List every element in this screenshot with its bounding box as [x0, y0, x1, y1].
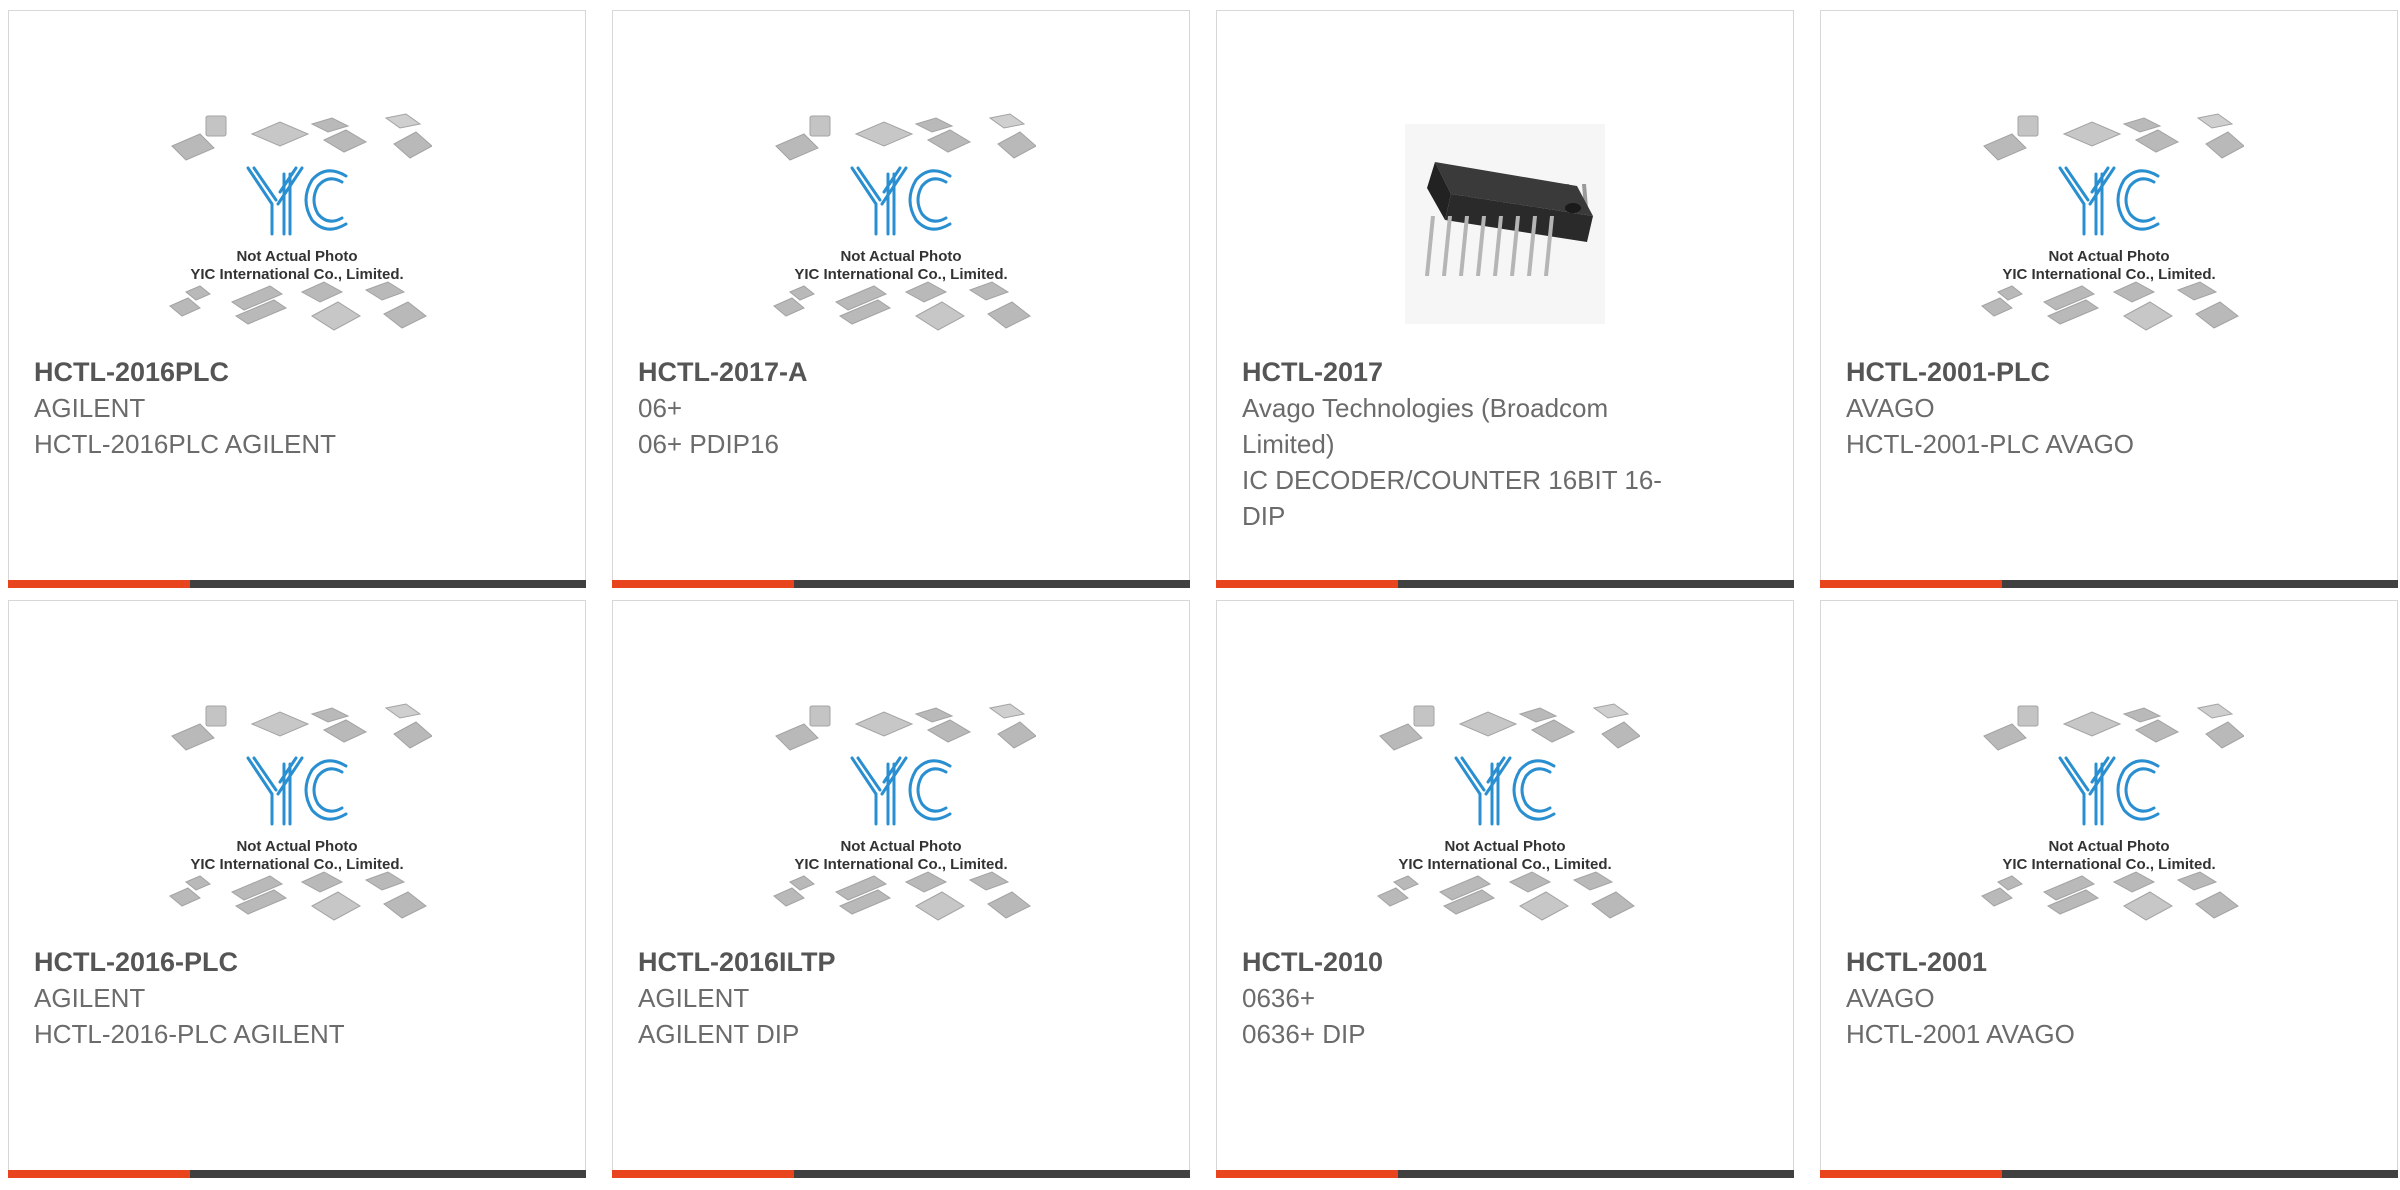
product-card[interactable]: Not Actual Photo YIC International Co., …	[8, 10, 586, 588]
svg-text:Not Actual Photo: Not Actual Photo	[840, 838, 961, 855]
description: HCTL-2001 AVAGO	[1846, 1019, 2075, 1049]
product-info: HCTL-2017-A 06+ 06+ PDIP16	[638, 354, 1058, 462]
part-number[interactable]: HCTL-2017	[1242, 354, 1662, 390]
card-bottom-bar	[1820, 580, 2398, 588]
svg-text:Not Actual Photo: Not Actual Photo	[840, 248, 961, 265]
card-accent-bar	[8, 580, 190, 588]
svg-text:Not Actual Photo: Not Actual Photo	[2048, 248, 2169, 265]
part-number[interactable]: HCTL-2001-PLC	[1846, 354, 2266, 390]
card-accent-bar	[1216, 1170, 1398, 1178]
product-info: HCTL-2017 Avago Technologies (Broadcom L…	[1242, 354, 1662, 534]
svg-text:Not Actual Photo: Not Actual Photo	[236, 838, 357, 855]
svg-text:YIC International Co., Limited: YIC International Co., Limited.	[190, 266, 403, 283]
manufacturer: AVAGO	[1846, 393, 1935, 423]
product-image[interactable]: Not Actual Photo YIC International Co., …	[1821, 96, 2397, 352]
description: 06+ PDIP16	[638, 429, 779, 459]
part-number[interactable]: HCTL-2017-A	[638, 354, 1058, 390]
product-image[interactable]: Not Actual Photo YIC International Co., …	[1821, 686, 2397, 942]
manufacturer: Avago Technologies (Broadcom Limited)	[1242, 393, 1609, 459]
product-card[interactable]: Not Actual Photo YIC International Co., …	[612, 600, 1190, 1178]
svg-text:YIC International Co., Limited: YIC International Co., Limited.	[2002, 266, 2215, 283]
product-card[interactable]: Not Actual Photo YIC International Co., …	[612, 10, 1190, 588]
card-bottom-bar	[612, 1170, 1190, 1178]
card-bottom-bar	[1216, 580, 1794, 588]
manufacturer: AGILENT	[638, 983, 750, 1013]
not-actual-photo-image: Not Actual Photo YIC International Co., …	[773, 703, 1036, 921]
not-actual-photo-image: Not Actual Photo YIC International Co., …	[1981, 703, 2244, 921]
product-card[interactable]: HCTL-2017 Avago Technologies (Broadcom L…	[1216, 10, 1794, 588]
card-accent-bar	[1820, 1170, 2002, 1178]
product-image[interactable]: Not Actual Photo YIC International Co., …	[613, 96, 1189, 352]
manufacturer: AVAGO	[1846, 983, 1935, 1013]
product-image[interactable]: Not Actual Photo YIC International Co., …	[613, 686, 1189, 942]
product-info: HCTL-2001 AVAGO HCTL-2001 AVAGO	[1846, 944, 2266, 1052]
part-number[interactable]: HCTL-2016PLC	[34, 354, 454, 390]
manufacturer: 06+	[638, 393, 683, 423]
manufacturer: AGILENT	[34, 983, 146, 1013]
product-card[interactable]: Not Actual Photo YIC International Co., …	[1820, 600, 2398, 1178]
description: HCTL-2001-PLC AVAGO	[1846, 429, 2135, 459]
svg-text:Not Actual Photo: Not Actual Photo	[2048, 838, 2169, 855]
card-accent-bar	[612, 1170, 794, 1178]
manufacturer: AGILENT	[34, 393, 146, 423]
svg-text:YIC International Co., Limited: YIC International Co., Limited.	[2002, 856, 2215, 873]
card-bottom-bar	[1820, 1170, 2398, 1178]
product-info: HCTL-2016ILTP AGILENT AGILENT DIP	[638, 944, 1058, 1052]
product-card[interactable]: Not Actual Photo YIC International Co., …	[1820, 10, 2398, 588]
product-card[interactable]: Not Actual Photo YIC International Co., …	[8, 600, 586, 1178]
svg-text:YIC International Co., Limited: YIC International Co., Limited.	[794, 266, 1007, 283]
dip-chip-photo	[1405, 124, 1605, 324]
description: HCTL-2016PLC AGILENT	[34, 429, 337, 459]
svg-text:Not Actual Photo: Not Actual Photo	[1444, 838, 1565, 855]
not-actual-photo-image: Not Actual Photo YIC International Co., …	[773, 113, 1036, 331]
product-image[interactable]	[1217, 96, 1793, 352]
card-bottom-bar	[8, 580, 586, 588]
not-actual-photo-image: Not Actual Photo YIC International Co., …	[169, 113, 432, 331]
not-actual-photo-image: Not Actual Photo YIC International Co., …	[1981, 113, 2244, 331]
description: HCTL-2016-PLC AGILENT	[34, 1019, 345, 1049]
part-number[interactable]: HCTL-2001	[1846, 944, 2266, 980]
product-info: HCTL-2016PLC AGILENT HCTL-2016PLC AGILEN…	[34, 354, 454, 462]
svg-text:Not Actual Photo: Not Actual Photo	[236, 248, 357, 265]
not-actual-photo-image: Not Actual Photo YIC International Co., …	[169, 703, 432, 921]
svg-text:YIC International Co., Limited: YIC International Co., Limited.	[1398, 856, 1611, 873]
card-bottom-bar	[1216, 1170, 1794, 1178]
part-number[interactable]: HCTL-2016ILTP	[638, 944, 1058, 980]
part-number[interactable]: HCTL-2010	[1242, 944, 1662, 980]
description: 0636+ DIP	[1242, 1019, 1366, 1049]
product-image[interactable]: Not Actual Photo YIC International Co., …	[9, 96, 585, 352]
description: AGILENT DIP	[638, 1019, 800, 1049]
svg-text:YIC International Co., Limited: YIC International Co., Limited.	[794, 856, 1007, 873]
svg-text:YIC International Co., Limited: YIC International Co., Limited.	[190, 856, 403, 873]
card-accent-bar	[1820, 580, 2002, 588]
product-info: HCTL-2001-PLC AVAGO HCTL-2001-PLC AVAGO	[1846, 354, 2266, 462]
card-accent-bar	[1216, 580, 1398, 588]
not-actual-photo-image: Not Actual Photo YIC International Co., …	[1377, 703, 1640, 921]
card-bottom-bar	[612, 580, 1190, 588]
description: IC DECODER/COUNTER 16BIT 16-DIP	[1242, 465, 1662, 531]
card-accent-bar	[8, 1170, 190, 1178]
card-accent-bar	[612, 580, 794, 588]
product-image[interactable]: Not Actual Photo YIC International Co., …	[1217, 686, 1793, 942]
product-info: HCTL-2010 0636+ 0636+ DIP	[1242, 944, 1662, 1052]
product-image[interactable]: Not Actual Photo YIC International Co., …	[9, 686, 585, 942]
part-number[interactable]: HCTL-2016-PLC	[34, 944, 454, 980]
product-info: HCTL-2016-PLC AGILENT HCTL-2016-PLC AGIL…	[34, 944, 454, 1052]
manufacturer: 0636+	[1242, 983, 1316, 1013]
product-card[interactable]: Not Actual Photo YIC International Co., …	[1216, 600, 1794, 1178]
card-bottom-bar	[8, 1170, 586, 1178]
product-grid: Not Actual Photo YIC International Co., …	[8, 10, 2400, 1190]
